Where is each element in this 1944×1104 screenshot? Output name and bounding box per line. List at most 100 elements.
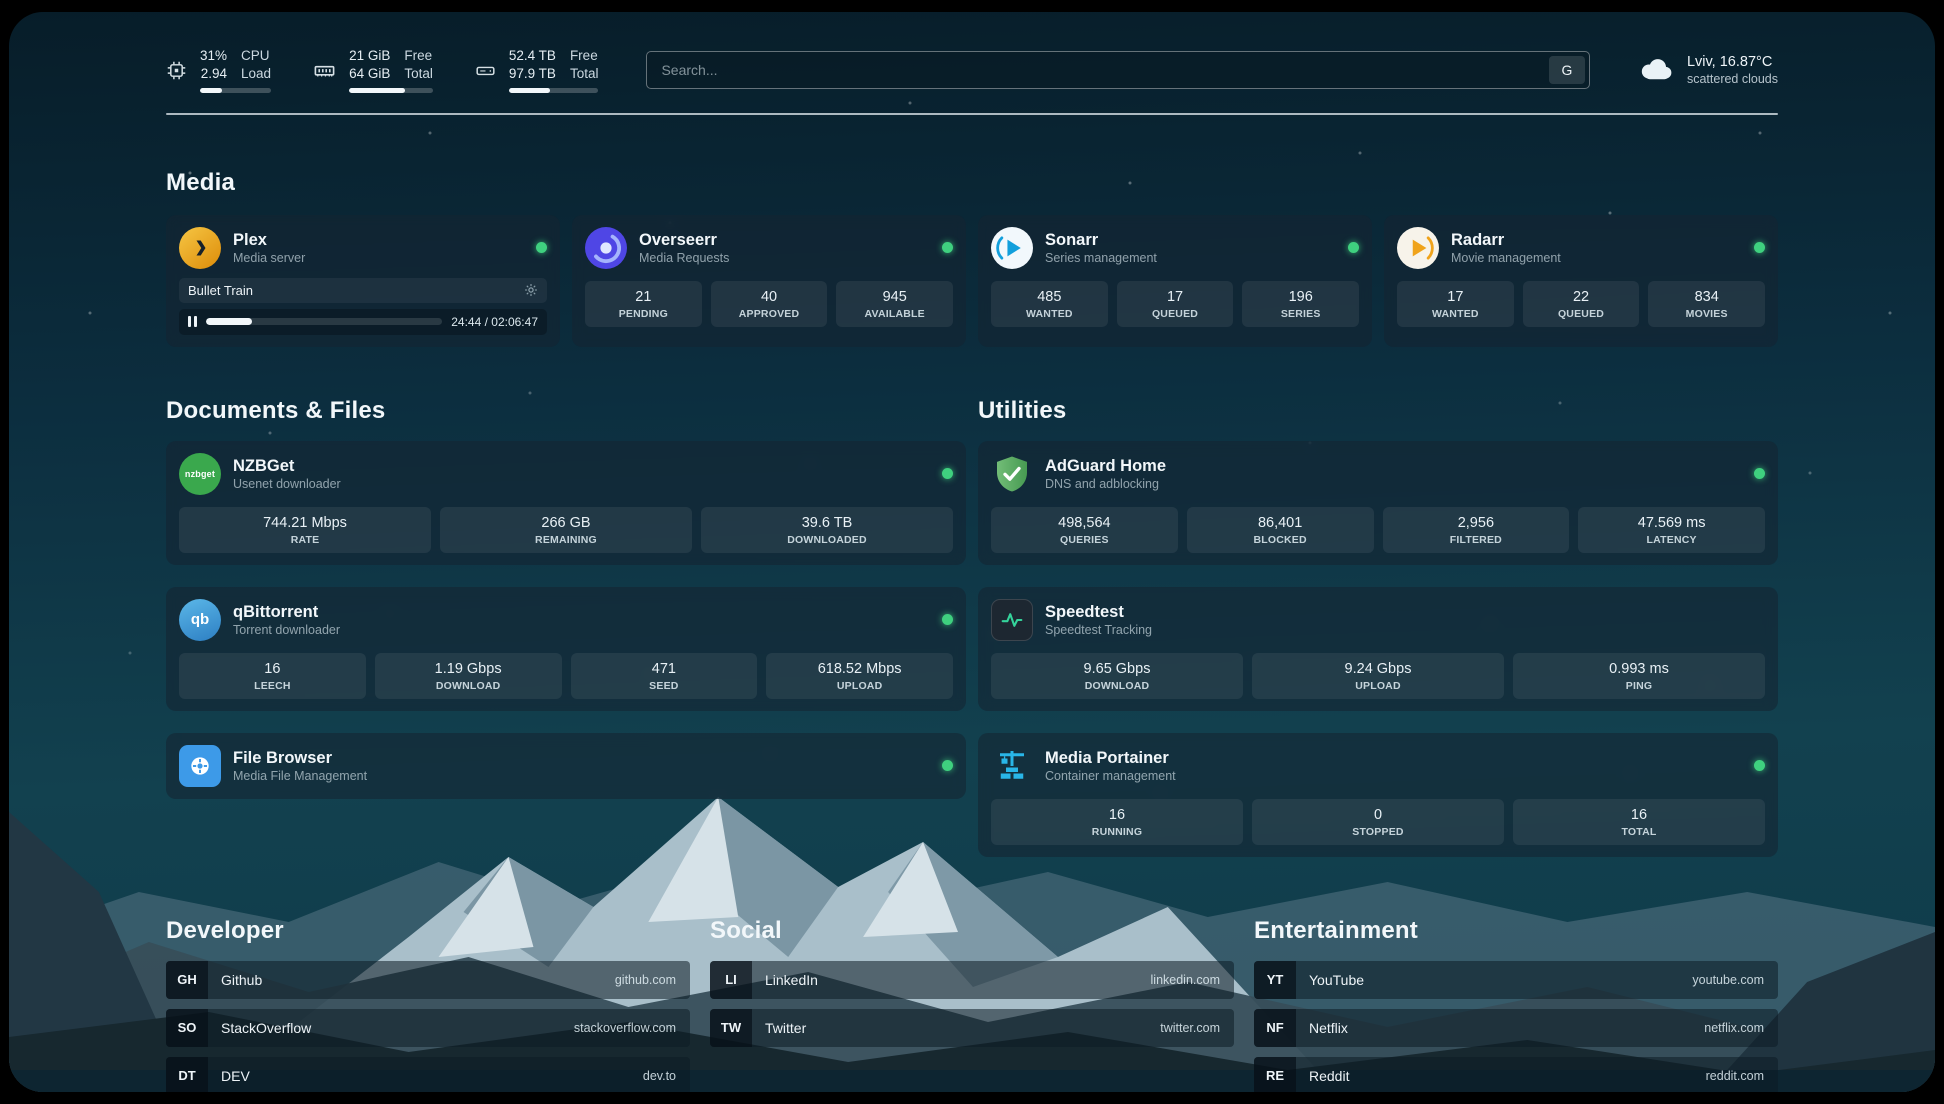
stat-tile: 39.6 TB DOWNLOADED bbox=[701, 507, 953, 553]
speedtest-icon bbox=[991, 599, 1033, 641]
stat-tile: 0 STOPPED bbox=[1252, 799, 1504, 845]
radarr-icon bbox=[1397, 227, 1439, 269]
stat-tile: 16 RUNNING bbox=[991, 799, 1243, 845]
stat-tile: 2,956 FILTERED bbox=[1383, 507, 1570, 553]
stat-value: 21 bbox=[589, 289, 698, 305]
bookmark-twitter[interactable]: TW Twitter twitter.com bbox=[710, 1009, 1234, 1047]
search-bar: G bbox=[646, 51, 1590, 89]
status-dot bbox=[942, 242, 953, 253]
service-card-plex[interactable]: Plex Media server Bullet Train bbox=[166, 215, 560, 347]
progress-fill bbox=[206, 318, 252, 325]
disk-usage-bar bbox=[509, 88, 599, 93]
stat-tile: 16 TOTAL bbox=[1513, 799, 1765, 845]
bookmark-url: stackoverflow.com bbox=[574, 1021, 676, 1035]
stat-label: QUEUED bbox=[1121, 308, 1230, 320]
documents-section-title: Documents & Files bbox=[166, 397, 966, 425]
service-description: Media server bbox=[233, 251, 305, 265]
bookmark-linkedin[interactable]: LI LinkedIn linkedin.com bbox=[710, 961, 1234, 999]
bookmark-url: youtube.com bbox=[1692, 973, 1764, 987]
service-card-overseerr[interactable]: Overseerr Media Requests 21 PENDING bbox=[572, 215, 966, 347]
top-bar: 31% CPU 2.94 Load bbox=[166, 48, 1778, 93]
stat-tile: 1.19 Gbps DOWNLOAD bbox=[375, 653, 562, 699]
stat-value: 471 bbox=[575, 661, 754, 677]
settings-gear-icon[interactable] bbox=[524, 283, 538, 297]
cpu-load-value: 2.94 bbox=[200, 66, 227, 83]
bookmark-url: netflix.com bbox=[1704, 1021, 1764, 1035]
cpu-usage-fill bbox=[200, 88, 222, 93]
stat-tile: 9.65 Gbps DOWNLOAD bbox=[991, 653, 1243, 699]
service-card-qbittorrent[interactable]: qb qBittorrent Torrent downloader bbox=[166, 587, 966, 711]
bookmark-stackoverflow[interactable]: SO StackOverflow stackoverflow.com bbox=[166, 1009, 690, 1047]
stat-value: 0 bbox=[1256, 807, 1500, 823]
service-name: Sonarr bbox=[1045, 231, 1157, 250]
stat-value: 17 bbox=[1121, 289, 1230, 305]
service-name: Overseerr bbox=[639, 231, 729, 250]
bookmark-name: DEV bbox=[221, 1068, 250, 1084]
memory-free-value: 21 GiB bbox=[349, 48, 390, 65]
bookmark-abbr: YT bbox=[1254, 961, 1296, 999]
stat-value: 86,401 bbox=[1191, 515, 1370, 531]
filebrowser-icon bbox=[179, 745, 221, 787]
section-documents: Documents & Files nzbget NZBGet Usenet d… bbox=[166, 397, 966, 799]
stat-label: QUEUED bbox=[1527, 308, 1636, 320]
stat-tile: 471 SEED bbox=[571, 653, 758, 699]
stat-value: 945 bbox=[840, 289, 949, 305]
pause-button[interactable] bbox=[188, 316, 197, 327]
service-card-sonarr[interactable]: Sonarr Series management 485 WANTED bbox=[978, 215, 1372, 347]
stat-value: 618.52 Mbps bbox=[770, 661, 949, 677]
stat-value: 39.6 TB bbox=[705, 515, 949, 531]
weather-condition: scattered clouds bbox=[1687, 72, 1778, 86]
bookmark-youtube[interactable]: YT YouTube youtube.com bbox=[1254, 961, 1778, 999]
memory-total-label: Total bbox=[404, 66, 433, 83]
sonarr-icon bbox=[991, 227, 1033, 269]
adguard-icon bbox=[991, 453, 1033, 495]
service-card-speedtest[interactable]: Speedtest Speedtest Tracking 9.65 Gbps D… bbox=[978, 587, 1778, 711]
bookmark-name: Netflix bbox=[1309, 1020, 1348, 1036]
bookmark-abbr: GH bbox=[166, 961, 208, 999]
stat-tile: 22 QUEUED bbox=[1523, 281, 1640, 327]
weather-widget[interactable]: Lviv, 16.87°C scattered clouds bbox=[1638, 54, 1778, 86]
service-name: Radarr bbox=[1451, 231, 1561, 250]
disk-icon bbox=[475, 60, 496, 81]
service-name: Plex bbox=[233, 231, 305, 250]
playback-progress-row: 24:44 / 02:06:47 bbox=[179, 309, 547, 335]
bookmark-name: YouTube bbox=[1309, 972, 1364, 988]
bookmark-reddit[interactable]: RE Reddit reddit.com bbox=[1254, 1057, 1778, 1092]
stat-label: UPLOAD bbox=[1256, 680, 1500, 692]
service-description: Usenet downloader bbox=[233, 477, 341, 491]
bookmark-github[interactable]: GH Github github.com bbox=[166, 961, 690, 999]
service-card-adguard[interactable]: AdGuard Home DNS and adblocking 498,564 … bbox=[978, 441, 1778, 565]
service-description: Torrent downloader bbox=[233, 623, 340, 637]
disk-free-value: 52.4 TB bbox=[509, 48, 556, 65]
stat-value: 16 bbox=[1517, 807, 1761, 823]
now-playing-row: Bullet Train bbox=[179, 278, 547, 303]
service-card-filebrowser[interactable]: File Browser Media File Management bbox=[166, 733, 966, 799]
bookmark-dev[interactable]: DT DEV dev.to bbox=[166, 1057, 690, 1092]
cpu-percent: 31% bbox=[200, 48, 227, 65]
cpu-load-label: Load bbox=[241, 66, 271, 83]
topbar-divider bbox=[166, 113, 1778, 115]
search-provider-button[interactable]: G bbox=[1549, 56, 1585, 84]
stat-tile: 40 APPROVED bbox=[711, 281, 828, 327]
bookmark-abbr: NF bbox=[1254, 1009, 1296, 1047]
progress-track[interactable] bbox=[206, 318, 443, 325]
bookmark-name: LinkedIn bbox=[765, 972, 818, 988]
stat-tile: 9.24 Gbps UPLOAD bbox=[1252, 653, 1504, 699]
service-card-nzbget[interactable]: nzbget NZBGet Usenet downloader bbox=[166, 441, 966, 565]
status-dot bbox=[1754, 242, 1765, 253]
bookmark-netflix[interactable]: NF Netflix netflix.com bbox=[1254, 1009, 1778, 1047]
playback-time: 24:44 / 02:06:47 bbox=[451, 315, 538, 329]
stat-value: 9.24 Gbps bbox=[1256, 661, 1500, 677]
stat-value: 196 bbox=[1246, 289, 1355, 305]
service-card-portainer[interactable]: Media Portainer Container management 16 … bbox=[978, 733, 1778, 857]
search-input[interactable] bbox=[646, 51, 1590, 89]
stat-label: APPROVED bbox=[715, 308, 824, 320]
service-name: Speedtest bbox=[1045, 603, 1152, 622]
service-card-radarr[interactable]: Radarr Movie management 17 WANTED 2 bbox=[1384, 215, 1778, 347]
stat-tile: 266 GB REMAINING bbox=[440, 507, 692, 553]
stat-tile: 17 QUEUED bbox=[1117, 281, 1234, 327]
service-description: Media Requests bbox=[639, 251, 729, 265]
entertainment-section-title: Entertainment bbox=[1254, 917, 1778, 945]
nzbget-logo-text: nzbget bbox=[185, 469, 215, 479]
stat-label: LEECH bbox=[183, 680, 362, 692]
